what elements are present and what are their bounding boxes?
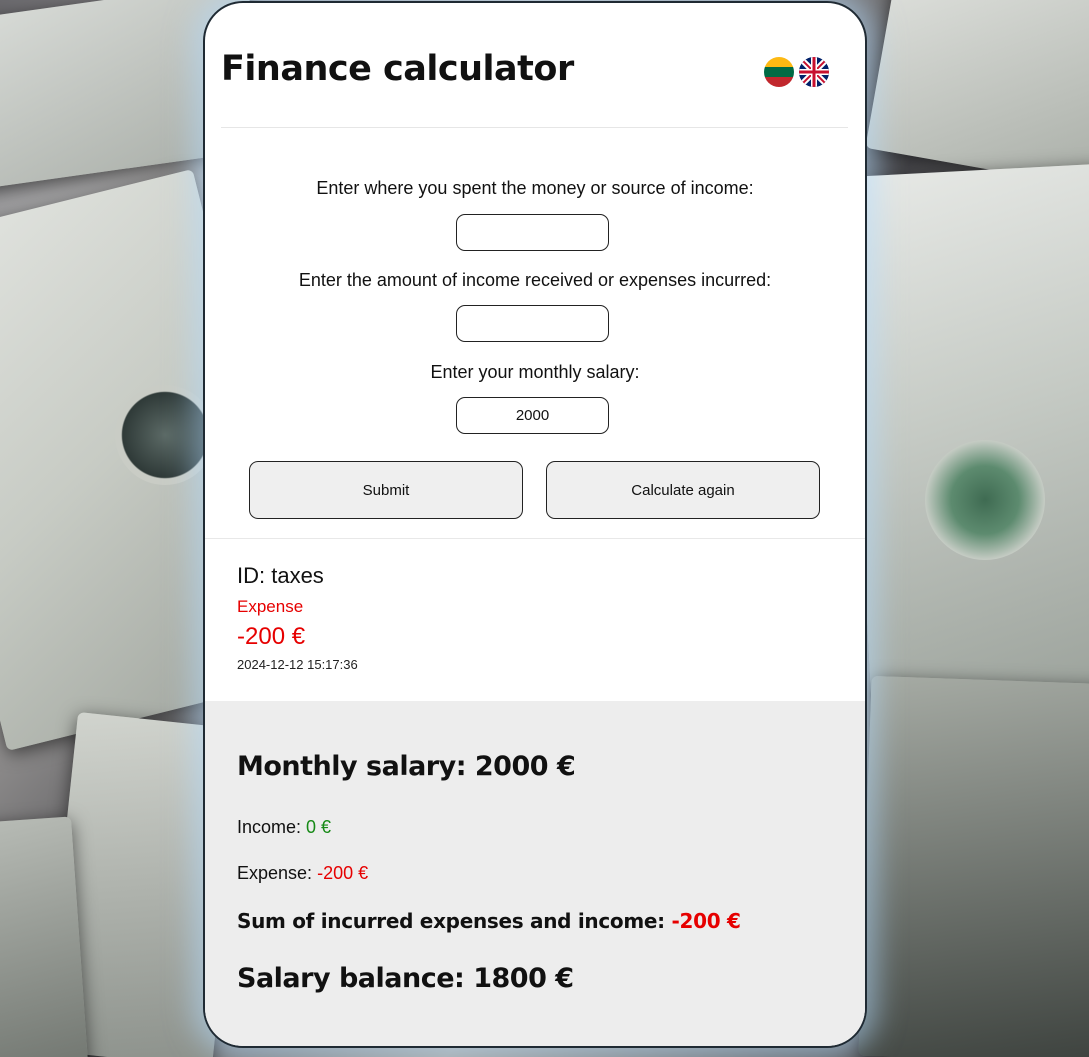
amount-input[interactable] — [456, 305, 609, 342]
sum-label: Sum of incurred expenses and income: — [237, 909, 665, 933]
lithuania-flag-icon[interactable] — [764, 57, 794, 87]
expense-value: -200 € — [317, 863, 369, 883]
divider — [205, 538, 865, 539]
salary-balance-heading: Salary balance: 1800 € — [237, 963, 574, 994]
income-label: Income: — [237, 817, 302, 837]
entry-id: ID: taxes — [237, 563, 324, 588]
salary-label: Enter your monthly salary: — [430, 362, 640, 382]
sum-summary: Sum of incurred expenses and income: -20… — [237, 909, 741, 933]
seal-image — [115, 385, 215, 485]
calculate-again-button[interactable]: Calculate again — [546, 461, 820, 519]
sum-value: -200 € — [671, 909, 741, 933]
banknote-image — [858, 675, 1089, 1057]
header: Finance calculator — [221, 27, 848, 128]
income-value: 0 € — [306, 817, 332, 837]
expense-label: Expense: — [237, 863, 313, 883]
entry-type: Expense — [237, 597, 304, 616]
summary-panel: Monthly salary: 2000 € Income: 0 € Expen… — [205, 701, 865, 1046]
calculator-card: Finance calculator Enter where you spent… — [205, 3, 865, 1046]
amount-label: Enter the amount of income received or e… — [298, 270, 772, 290]
salary-input[interactable] — [456, 397, 609, 434]
submit-button[interactable]: Submit — [249, 461, 523, 519]
monthly-salary-heading: Monthly salary: 2000 € — [237, 751, 576, 782]
source-label: Enter where you spent the money or sourc… — [316, 178, 754, 198]
expense-summary: Expense: -200 € — [237, 863, 368, 884]
banknote-image — [865, 0, 1089, 190]
list-item: ID: taxes Expense -200 € 2024-12-12 15:1… — [237, 563, 358, 672]
source-input[interactable] — [456, 214, 609, 251]
uk-flag-icon[interactable] — [799, 57, 829, 87]
income-summary: Income: 0 € — [237, 817, 331, 838]
entry-amount: -200 € — [237, 623, 306, 650]
entry-timestamp: 2024-12-12 15:17:36 — [237, 657, 358, 672]
seal-image — [925, 440, 1045, 560]
page-title: Finance calculator — [221, 49, 574, 89]
